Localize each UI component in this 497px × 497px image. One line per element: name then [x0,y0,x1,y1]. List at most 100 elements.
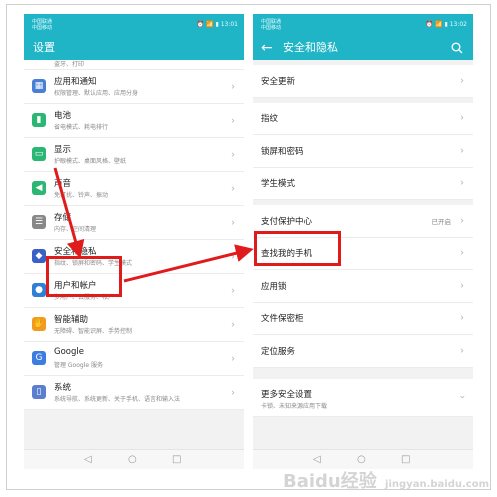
status-bar: 中国联通 中国移动 ⏰ 📶 ▮ 13:02 [253,14,473,36]
settings-item-title: 智能辅助 [54,315,89,325]
security-item-title: 支付保护中心 [261,216,313,227]
security-item-location[interactable]: 定位服务 › [253,335,473,368]
status-right: ⏰ 📶 ▮ 13:01 [196,21,238,28]
settings-item-storage[interactable]: ☰ 存储 内存、空间清理 › [24,206,244,240]
status-right: ⏰ 📶 ▮ 13:02 [425,21,467,28]
security-item-app-lock[interactable]: 应用锁 › [253,270,473,303]
back-nav-icon[interactable]: ◁ [84,454,92,466]
back-arrow-icon[interactable]: ← [261,36,273,60]
security-item-subtitle: 卡锁、未知来源应用下载 [261,402,328,410]
chevron-right-icon: › [460,177,464,189]
security-item-lockscreen[interactable]: 锁屏和密码 › [253,135,473,168]
chevron-down-icon: › [456,395,468,399]
settings-item-title: Google [54,347,84,357]
settings-screen: 中国联通 中国移动 ⏰ 📶 ▮ 13:01 设置 盗牙、打印 ▦ 应用和通知 权… [24,14,244,469]
settings-item-subtitle: 指纹、锁屏和密码、学生模式 [54,260,133,267]
chevron-right-icon: › [231,115,235,126]
sound-icon: ◀ [32,181,46,195]
settings-item-subtitle: 权限管理、默认应用、应用分身 [54,90,139,97]
settings-item-subtitle: 免打扰、铃声、振动 [54,192,109,199]
security-item-title: 定位服务 [261,346,296,357]
settings-item-subtitle: 无障碍、智能识屏、手势控制 [54,328,133,335]
recent-nav-icon[interactable]: □ [172,454,181,466]
security-item-title: 应用锁 [261,281,287,292]
page-title: 设置 [24,36,244,60]
security-item-payment[interactable]: 支付保护中心 已开启 › [253,205,473,238]
status-bar: 中国联通 中国移动 ⏰ 📶 ▮ 13:01 [24,14,244,36]
security-item-title: 安全更新 [261,76,296,87]
security-item-find-phone[interactable]: 查找我的手机 › [253,237,473,270]
settings-item-subtitle: 省电模式、耗电排行 [54,124,109,131]
settings-item-title: 显示 [54,145,72,155]
chevron-right-icon: › [460,112,464,124]
settings-item-title: 存储 [54,213,72,223]
settings-item-title: 声音 [54,179,72,189]
chevron-right-icon: › [460,215,464,227]
chevron-right-icon: › [231,251,235,262]
carrier-2: 中国移动 [32,25,53,31]
chevron-right-icon: › [460,280,464,292]
settings-item-battery[interactable]: ▮ 电池 省电模式、耗电排行 › [24,104,244,138]
page-title-text: 安全和隐私 [283,41,338,54]
storage-icon: ☰ [32,215,46,229]
display-icon: ▭ [32,147,46,161]
shield-icon: ◆ [32,249,46,263]
battery-icon: ▮ [32,113,46,127]
security-item-file-safe[interactable]: 文件保密柜 › [253,302,473,335]
navigation-bar: ◁ ○ □ [253,449,473,469]
security-privacy-screen: 中国联通 中国移动 ⏰ 📶 ▮ 13:02 ← 安全和隐私 安全更新 › 指纹 … [253,14,473,469]
settings-item-subtitle: 管理 Google 服务 [54,362,103,369]
chevron-right-icon: › [231,353,235,364]
settings-item-assist[interactable]: ✋ 智能辅助 无障碍、智能识屏、手势控制 › [24,308,244,342]
settings-item-users[interactable]: ● 用户和帐户 多用户、云服务、帐户 › [24,274,244,308]
google-icon: G [32,351,46,365]
chevron-right-icon: › [460,145,464,157]
watermark-text: Baidu经验 [283,471,377,492]
security-item-fingerprint[interactable]: 指纹 › [253,102,473,135]
phone-icon: ▯ [32,385,46,399]
settings-item-title: 系统 [54,383,72,393]
security-item-title: 锁屏和密码 [261,146,304,157]
settings-item-title: 用户和帐户 [54,281,97,291]
back-nav-icon[interactable]: ◁ [313,454,321,466]
settings-item-subtitle: 护眼模式、桌面风格、壁纸 [54,158,127,165]
chevron-right-icon: › [460,75,464,87]
security-list: 安全更新 › 指纹 › 锁屏和密码 › 学生模式 › 支付保护中心 已开启 › … [253,60,473,417]
chevron-right-icon: › [460,312,464,324]
settings-item-partial[interactable]: 盗牙、打印 [24,60,244,70]
recent-nav-icon[interactable]: □ [401,454,410,466]
settings-item-google[interactable]: G Google 管理 Google 服务 › [24,342,244,376]
chevron-right-icon: › [460,247,464,259]
settings-item-subtitle: 多用户、云服务、帐户 [54,294,115,301]
security-item-student[interactable]: 学生模式 › [253,167,473,200]
settings-item-title: 安全和隐私 [54,247,97,257]
security-item-title: 指纹 [261,114,279,125]
chevron-right-icon: › [231,149,235,160]
security-item-update[interactable]: 安全更新 › [253,65,473,98]
home-nav-icon[interactable]: ○ [128,454,137,466]
chevron-right-icon: › [231,217,235,228]
security-item-title: 学生模式 [261,179,296,190]
security-item-more[interactable]: 更多安全设置 卡锁、未知来源应用下载 › [253,378,473,417]
settings-list: 盗牙、打印 ▦ 应用和通知 权限管理、默认应用、应用分身 › ▮ 电池 省电模式… [24,60,244,410]
chevron-right-icon: › [231,81,235,92]
search-icon[interactable] [451,42,463,54]
settings-item-apps[interactable]: ▦ 应用和通知 权限管理、默认应用、应用分身 › [24,70,244,104]
security-item-title: 更多安全设置 [261,389,313,400]
settings-item-security-privacy[interactable]: ◆ 安全和隐私 指纹、锁屏和密码、学生模式 › [24,240,244,274]
security-item-title: 查找我的手机 [261,249,313,260]
settings-item-title: 应用和通知 [54,77,97,87]
settings-item-subtitle: 内存、空间清理 [54,226,97,233]
watermark: Baidu经验 jingyan.baidu.com [283,467,489,493]
hand-icon: ✋ [32,317,46,331]
settings-item-title: 电池 [54,111,72,121]
status-value: 已开启 [431,217,452,226]
settings-item-sound[interactable]: ◀ 声音 免打扰、铃声、振动 › [24,172,244,206]
settings-item-display[interactable]: ▭ 显示 护眼模式、桌面风格、壁纸 › [24,138,244,172]
settings-item-subtitle: 系统导航、系统更新、关于手机、语言和输入法 [54,396,181,403]
settings-item-subtitle: 盗牙、打印 [54,61,85,68]
chevron-right-icon: › [231,319,235,330]
home-nav-icon[interactable]: ○ [357,454,366,466]
carrier-2: 中国移动 [261,25,282,31]
settings-item-system[interactable]: ▯ 系统 系统导航、系统更新、关于手机、语言和输入法 › [24,376,244,410]
